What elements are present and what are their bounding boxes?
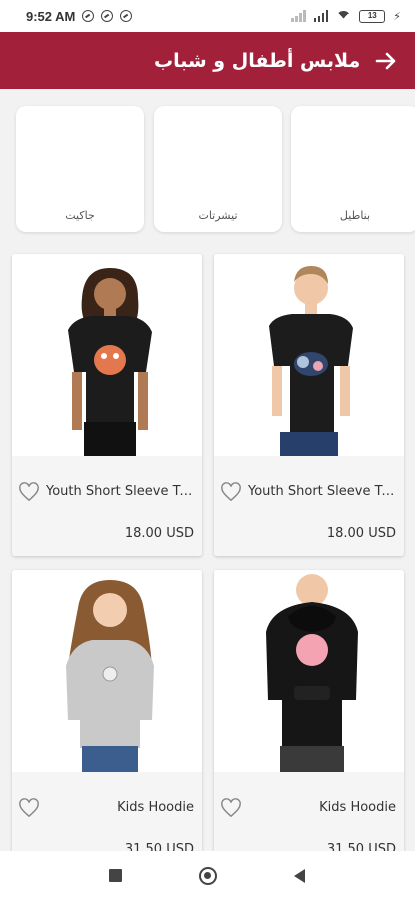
product-card[interactable]: Youth Short Sleeve T-Shirt 18.00 USD: [12, 254, 202, 556]
product-price: 18.00 USD: [326, 526, 396, 541]
back-button[interactable]: [373, 48, 399, 74]
product-card[interactable]: Youth Short Sleeve T-Shirt 18.00 USD: [214, 254, 404, 556]
product-name: Kids Hoodie: [117, 800, 194, 815]
category-card-pants[interactable]: بناطيل: [291, 106, 415, 232]
favorite-button[interactable]: [220, 798, 242, 818]
status-time: 9:52 AM: [26, 8, 76, 24]
product-price: 18.00 USD: [124, 526, 194, 541]
system-back-button[interactable]: [289, 865, 311, 887]
triangle-back-icon: [294, 868, 305, 883]
square-icon: [109, 869, 122, 882]
home-button[interactable]: [197, 865, 219, 887]
status-bar: 9:52 AM 13 ⚡: [0, 0, 415, 32]
heart-outline-icon: [221, 482, 241, 502]
page-title: ملابس أطفال و شباب: [154, 49, 361, 72]
app-bar: ملابس أطفال و شباب: [0, 32, 415, 89]
heart-outline-icon: [19, 798, 39, 818]
recents-button[interactable]: [105, 865, 127, 887]
product-card[interactable]: Kids Hoodie 31.50 USD: [214, 570, 404, 872]
battery-level: 13: [367, 10, 377, 20]
product-card[interactable]: Kids Hoodie 31.50 USD: [12, 570, 202, 872]
product-image: [12, 570, 202, 772]
favorite-button[interactable]: [18, 482, 40, 502]
product-image: [214, 570, 404, 772]
data-saver-icon: [120, 10, 133, 22]
circle-icon: [198, 866, 217, 885]
signal-icon: [313, 10, 329, 22]
heart-outline-icon: [221, 798, 241, 818]
category-strip: بناطيل تيشرتات جاكيت: [0, 89, 415, 245]
category-label: تيشرتات: [198, 209, 238, 222]
product-name: Kids Hoodie: [319, 800, 396, 815]
signal-icon-secondary: [291, 10, 306, 22]
product-name: Youth Short Sleeve T-Shirt: [46, 484, 194, 499]
alarm-icon: [82, 10, 95, 22]
system-nav-bar: [0, 851, 415, 900]
heart-outline-icon: [19, 482, 39, 502]
category-label: جاكيت: [65, 209, 95, 222]
product-info: Youth Short Sleeve T-Shirt 18.00 USD: [214, 456, 404, 556]
status-left: 9:52 AM: [26, 8, 133, 24]
product-name: Youth Short Sleeve T-Shirt: [248, 484, 396, 499]
arrow-right-icon: [375, 52, 396, 69]
sync-icon: [101, 10, 114, 22]
battery-icon: 13: [359, 9, 386, 23]
favorite-button[interactable]: [18, 798, 40, 818]
favorite-button[interactable]: [220, 482, 242, 502]
wifi-icon: [336, 10, 352, 22]
category-card-jackets[interactable]: جاكيت: [16, 106, 144, 232]
product-info: Youth Short Sleeve T-Shirt 18.00 USD: [12, 456, 202, 556]
product-image: [214, 254, 404, 456]
product-image: [12, 254, 202, 456]
status-right: 13 ⚡: [291, 9, 401, 23]
category-label: بناطيل: [339, 209, 371, 222]
charging-icon: ⚡: [393, 9, 401, 23]
category-card-tshirts[interactable]: تيشرتات: [154, 106, 282, 232]
screen: 9:52 AM 13 ⚡ ملابس أطفال و شباب بناطيل ت…: [0, 0, 415, 900]
